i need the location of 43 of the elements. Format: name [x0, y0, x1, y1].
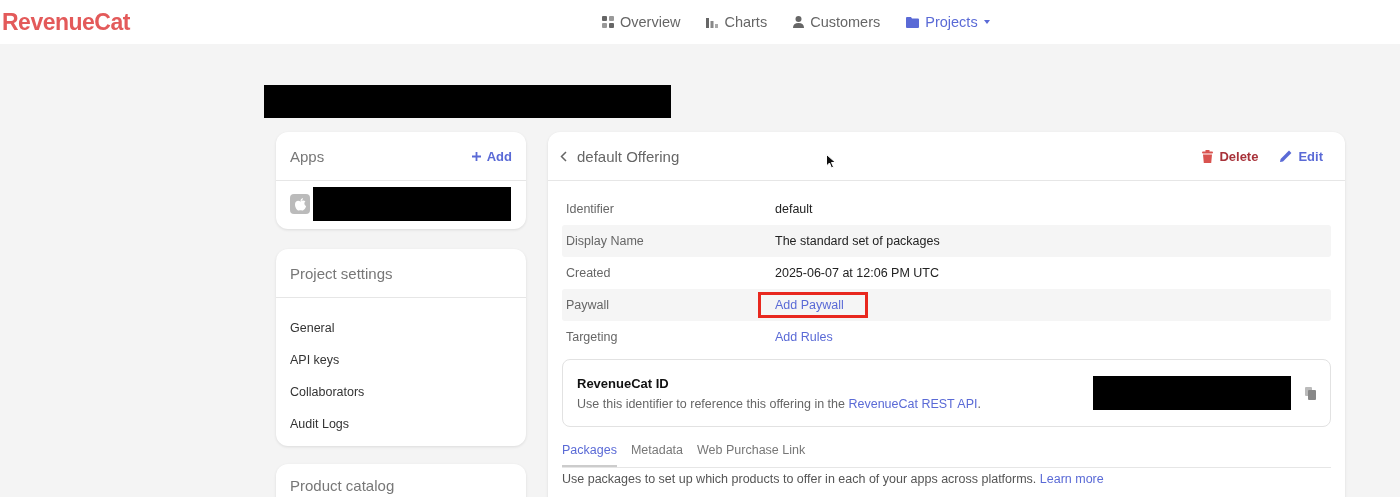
offering-title: default Offering [577, 147, 680, 165]
person-icon [793, 16, 805, 28]
nav-link[interactable]: Projects [906, 14, 990, 30]
edit-button[interactable]: Edit [1280, 148, 1323, 164]
settings-link[interactable]: Collaborators [290, 376, 512, 408]
tab[interactable]: Metadata [630, 439, 684, 467]
settings-link[interactable]: API keys [290, 344, 512, 376]
field-value: 2025-06-07 at 12:06 PM UTC [775, 266, 939, 280]
grid-icon [602, 16, 614, 28]
pencil-icon [1280, 150, 1293, 162]
plus-icon [471, 151, 481, 161]
field-value: default [775, 202, 813, 216]
delete-button[interactable]: Delete [1202, 148, 1259, 164]
id-title: RevenueCat ID [577, 375, 670, 391]
bar-chart-icon [706, 16, 719, 28]
field-link[interactable]: Add Paywall [775, 298, 844, 312]
tab[interactable]: Packages [562, 439, 617, 467]
field-label: Targeting [565, 330, 619, 344]
trash-icon [1202, 149, 1214, 163]
id-description: Use this identifier to reference this offering in the RevenueCat REST API. [577, 396, 982, 411]
folder-icon [906, 16, 920, 28]
card-title: Product catalog [290, 477, 395, 494]
field-label: Display Name [565, 234, 645, 248]
add-button[interactable]: Add [471, 148, 512, 164]
tab[interactable]: Web Purchase Link [697, 439, 806, 467]
card-title: Project settings [290, 264, 393, 282]
nav-link[interactable]: Overview [602, 14, 681, 30]
nav-link[interactable]: Customers [793, 14, 881, 30]
copy-icon[interactable] [1305, 386, 1316, 400]
apple-app-icon [290, 194, 310, 214]
brand-logo[interactable]: RevenueCat [2, 8, 130, 36]
field-label: Created [565, 266, 612, 280]
settings-link[interactable]: Audit Logs [290, 408, 512, 440]
nav-link[interactable]: Charts [706, 14, 768, 30]
settings-link[interactable]: General [290, 312, 512, 344]
mouse-cursor-icon [826, 154, 836, 169]
learn-more-link[interactable]: Learn more [1039, 472, 1104, 486]
field-label: Identifier [565, 202, 615, 216]
card-title: Apps [290, 147, 325, 165]
field-link[interactable]: Add Rules [775, 330, 833, 344]
packages-description: Use packages to set up which products to offer in each of your apps across platforms. Learn more [562, 472, 1105, 486]
field-value: The standard set of packages [775, 234, 940, 248]
field-label: Paywall [565, 298, 611, 312]
